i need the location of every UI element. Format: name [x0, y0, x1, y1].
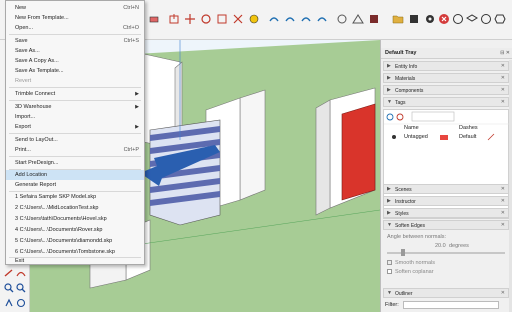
menu-separator: [9, 133, 141, 134]
right-building: [239, 89, 266, 201]
offset-icon[interactable]: [232, 13, 244, 25]
extension-icon[interactable]: [368, 13, 380, 25]
menu-item-print[interactable]: Print... Ctrl+P: [6, 145, 144, 155]
recent-file-item[interactable]: 3 C:\Users\tath\Documents\Hovel.skp: [6, 214, 144, 224]
recent-file-item[interactable]: 5 C:\Users\...\Documents\diamondd.skp: [6, 236, 144, 246]
close-icon[interactable]: [438, 13, 450, 25]
menu-item-3d-warehouse[interactable]: 3D Warehouse ▶: [6, 102, 144, 112]
tags-col-name[interactable]: Name: [404, 125, 419, 131]
menu-item-start-predesign[interactable]: Start PreDesign...: [6, 158, 144, 168]
geo-location-icon[interactable]: [336, 13, 348, 25]
search-icon[interactable]: [4, 283, 14, 293]
menu-item-trimble-connect[interactable]: Trimble Connect ▶: [6, 89, 144, 99]
smooth-normals-label: Smooth normals: [395, 260, 436, 266]
styles-icon[interactable]: [452, 13, 464, 25]
menu-item-generate-report[interactable]: Generate Report: [6, 180, 144, 190]
angle-unit: degrees: [449, 243, 469, 249]
walk-icon[interactable]: [4, 298, 14, 308]
panel-styles[interactable]: ▶ Styles ✕: [383, 208, 509, 218]
panel-components[interactable]: ▶ Components ✕: [383, 85, 509, 95]
folder-icon[interactable]: [392, 13, 404, 25]
look-around-icon[interactable]: [16, 298, 26, 308]
sandbox-icon[interactable]: [494, 13, 506, 25]
zoom-window-icon[interactable]: [16, 283, 26, 293]
menu-separator: [9, 87, 141, 88]
recent-file-item[interactable]: 4 C:\Users\...\Documents\Rover.skp: [6, 225, 144, 235]
gear-icon[interactable]: [424, 13, 436, 25]
file-menu: New Ctrl+N New From Template... Open... Ct…: [5, 0, 145, 265]
angle-label: Angle between normals:: [387, 234, 447, 240]
arc-tool-icon[interactable]: [16, 268, 26, 278]
menu-item-save-as[interactable]: Save As...: [6, 46, 144, 56]
pan-icon[interactable]: [300, 13, 312, 25]
soften-coplanar-checkbox[interactable]: [387, 269, 392, 274]
panel-materials[interactable]: ▶ Materials ✕: [383, 73, 509, 83]
menu-item-send-to-layout[interactable]: Send to LayOut...: [6, 135, 144, 145]
move-icon[interactable]: [184, 13, 196, 25]
tray-controls[interactable]: ⊟ ✕: [500, 50, 510, 56]
menu-item-import[interactable]: Import...: [6, 112, 144, 122]
rotate-icon[interactable]: [200, 13, 212, 25]
soften-edges-body: Angle between normals: 20.0 degrees Smoo…: [383, 232, 509, 284]
tag-row-name[interactable]: Untagged: [404, 134, 428, 140]
menu-item-save[interactable]: Save Ctrl+S: [6, 36, 144, 46]
angle-value: 20.0: [435, 243, 446, 249]
recent-file-item[interactable]: 2 C:\Users\...\MidLocationTest.skp: [6, 203, 144, 213]
tag-row-dashes[interactable]: Default: [459, 134, 476, 140]
angle-slider-thumb[interactable]: [401, 249, 405, 256]
panel-scenes[interactable]: ▶ Scenes ✕: [383, 184, 509, 194]
recent-file-item[interactable]: 1 Sefaira Sample SKP Model.skp: [6, 192, 144, 202]
outliner-filter-label: Filter:: [385, 302, 399, 308]
warehouse-icon[interactable]: [352, 13, 364, 25]
panel-outliner[interactable]: ▼ Outliner ✕: [383, 288, 509, 298]
push-pull-icon[interactable]: [168, 13, 180, 25]
tape-measure-icon[interactable]: [248, 13, 260, 25]
default-tray: Default Tray ⊟ ✕ ▶ Entity Info ✕ ▶ Material…: [380, 40, 512, 312]
panel-entity-info[interactable]: ▶ Entity Info ✕: [383, 61, 509, 71]
soften-coplanar-label: Soften coplanar: [395, 269, 434, 275]
smooth-normals-checkbox[interactable]: [387, 260, 392, 265]
menu-separator: [9, 156, 141, 157]
outliner-filter-input[interactable]: [403, 301, 499, 309]
zoom-icon[interactable]: [316, 13, 328, 25]
line-tool-icon[interactable]: [4, 268, 14, 278]
panel-tags[interactable]: ▼ Tags ✕: [383, 97, 509, 107]
menu-item-save-as-template[interactable]: Save As Template...: [6, 66, 144, 76]
components-icon[interactable]: [408, 13, 420, 25]
panel-instructor[interactable]: ▶ Instructor ✕: [383, 196, 509, 206]
menu-item-revert: Revert: [15, 78, 32, 84]
paint-bucket-icon[interactable]: [268, 13, 280, 25]
menu-item-export[interactable]: Export ▶: [6, 122, 144, 132]
menu-item-open[interactable]: Open... Ctrl+O: [6, 23, 144, 33]
panel-soften-edges[interactable]: ▼ Soften Edges ✕: [383, 220, 509, 230]
orbit-icon[interactable]: [284, 13, 296, 25]
menu-item-exit[interactable]: Exit: [6, 256, 144, 266]
eraser-icon[interactable]: [148, 13, 160, 25]
menu-item-save-copy-as[interactable]: Save A Copy As...: [6, 56, 144, 66]
shadows-icon[interactable]: [480, 13, 492, 25]
tray-title-bar: Default Tray ⊟ ✕: [381, 48, 512, 59]
menu-separator: [9, 34, 141, 35]
tags-search-field: [411, 111, 455, 122]
scale-icon[interactable]: [216, 13, 228, 25]
tray-title: Default Tray: [385, 50, 417, 56]
layers-icon[interactable]: [466, 13, 478, 25]
tags-col-dashes[interactable]: Dashes: [459, 125, 478, 131]
menu-item-add-location[interactable]: Add Location: [6, 170, 144, 180]
red-building: [341, 103, 376, 201]
menu-separator: [9, 100, 141, 101]
menu-item-new[interactable]: New Ctrl+N: [6, 3, 144, 13]
menu-item-new-from-template[interactable]: New From Template...: [6, 13, 144, 23]
